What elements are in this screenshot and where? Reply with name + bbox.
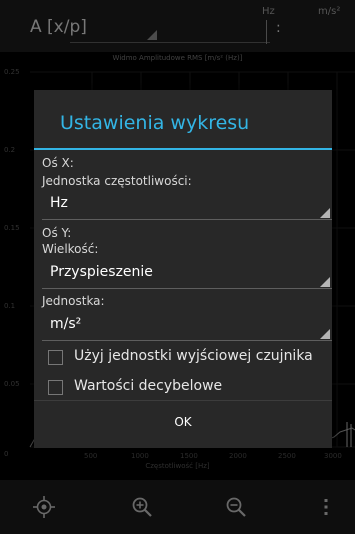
dropdown-triangle-icon: [320, 277, 330, 287]
sensor-unit-checkbox-row[interactable]: Użyj jednostki wyjściowej czujnika: [48, 346, 328, 370]
unit-value: m/s²: [50, 316, 82, 332]
decibel-checkbox-row[interactable]: Wartości decybelowe: [48, 376, 328, 400]
unit-label: Jednostka:: [42, 294, 105, 308]
x-axis-section-label: Oś X:: [42, 156, 74, 170]
quantity-label: Wielkość:: [42, 242, 99, 256]
spinner-underline: [42, 288, 332, 289]
ok-button[interactable]: OK: [34, 401, 332, 448]
quantity-value: Przyspieszenie: [50, 264, 153, 280]
unit-spinner[interactable]: m/s²: [42, 311, 332, 341]
spinner-underline: [42, 340, 332, 341]
quantity-spinner[interactable]: Przyspieszenie: [42, 259, 332, 289]
freq-unit-label: Jednostka częstotliwości:: [42, 174, 192, 188]
ok-button-label: OK: [174, 415, 192, 429]
decibel-checkbox[interactable]: [48, 380, 63, 395]
title-divider: [34, 148, 332, 150]
spinner-underline: [42, 219, 332, 220]
freq-unit-spinner[interactable]: Hz: [42, 190, 332, 220]
dropdown-triangle-icon: [320, 329, 330, 339]
decibel-checkbox-label: Wartości decybelowe: [74, 378, 223, 394]
freq-unit-value: Hz: [50, 195, 68, 211]
sensor-unit-checkbox[interactable]: [48, 350, 63, 365]
sensor-unit-checkbox-label: Użyj jednostki wyjściowej czujnika: [74, 348, 313, 364]
y-axis-section-label: Oś Y:: [42, 226, 72, 240]
dropdown-triangle-icon: [320, 208, 330, 218]
dialog-title: Ustawienia wykresu: [60, 112, 250, 134]
chart-settings-dialog: Ustawienia wykresu Oś X: Jednostka częst…: [34, 90, 332, 448]
